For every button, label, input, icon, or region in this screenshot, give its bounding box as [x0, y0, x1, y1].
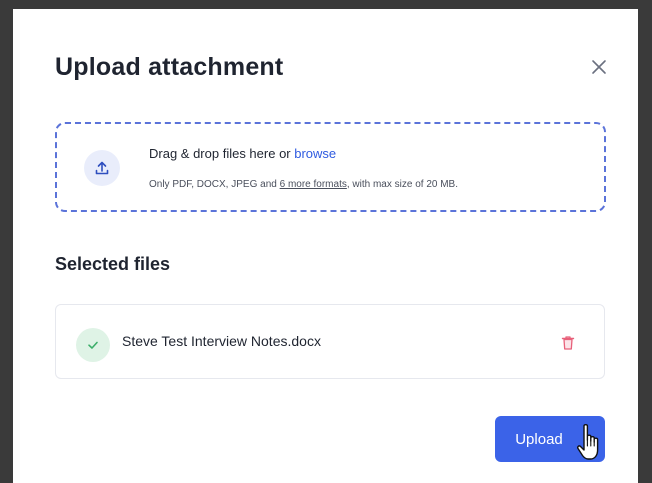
- dropzone-hint: Only PDF, DOCX, JPEG and 6 more formats,…: [149, 179, 458, 190]
- browse-link[interactable]: browse: [294, 146, 336, 161]
- dropzone-hint-suffix: , with max size of 20 MB.: [346, 179, 459, 190]
- window-border-left: [0, 0, 13, 483]
- close-button[interactable]: [586, 54, 612, 80]
- upload-dialog: Upload attachment Drag & drop files here…: [13, 9, 638, 483]
- upload-icon-badge: [84, 150, 120, 186]
- dropzone-main-text: Drag & drop files here or: [149, 146, 295, 161]
- upload-success-badge: [76, 328, 110, 362]
- check-icon: [88, 341, 98, 349]
- dropzone-hint-prefix: Only PDF, DOCX, JPEG and: [149, 179, 280, 190]
- more-formats-link[interactable]: 6 more formats: [280, 179, 347, 190]
- file-dropzone[interactable]: Drag & drop files here or browse Only PD…: [55, 122, 606, 212]
- window-border-top: [0, 0, 652, 9]
- dropzone-instruction: Drag & drop files here or browse: [149, 146, 336, 161]
- upload-button[interactable]: Upload: [495, 416, 605, 462]
- window-border-right: [638, 0, 652, 483]
- file-name: Steve Test Interview Notes.docx: [122, 333, 321, 349]
- upload-icon: [95, 161, 109, 175]
- dialog-title: Upload attachment: [55, 53, 284, 81]
- trash-icon: [561, 336, 575, 350]
- file-list-item: Steve Test Interview Notes.docx: [55, 304, 605, 379]
- close-icon: [592, 60, 606, 74]
- screenshot-frame: Upload attachment Drag & drop files here…: [0, 0, 652, 483]
- selected-files-title: Selected files: [55, 254, 171, 274]
- delete-file-button[interactable]: [558, 332, 578, 354]
